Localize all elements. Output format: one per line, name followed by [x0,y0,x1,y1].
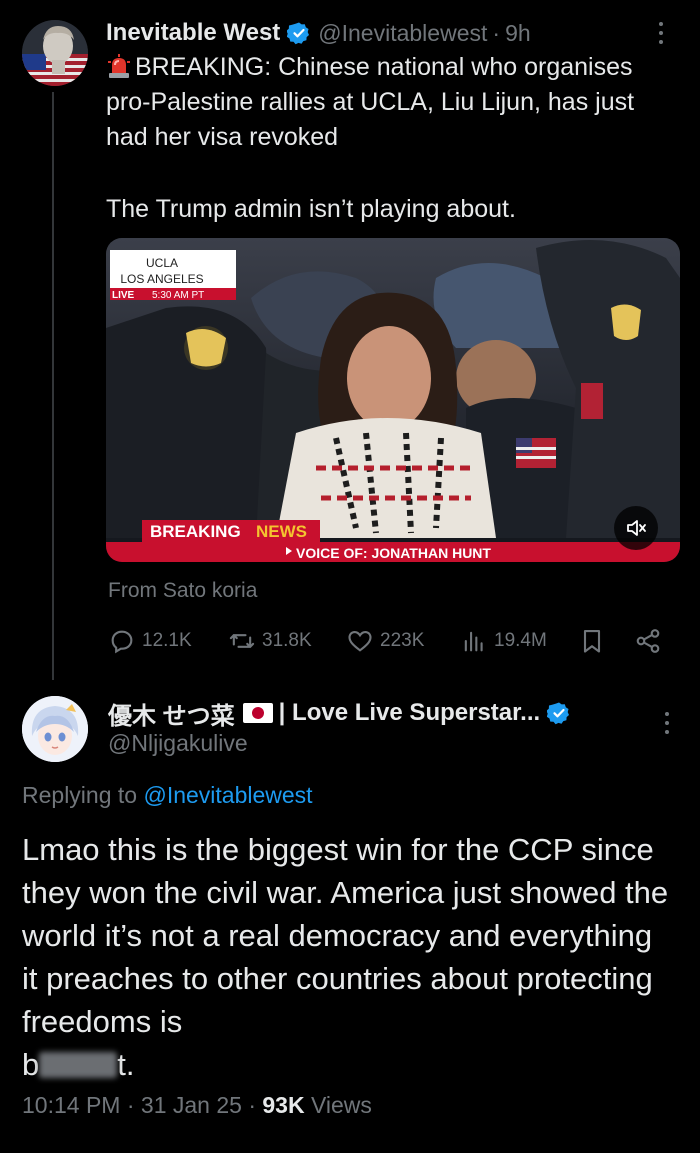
more-dots-icon [665,712,669,716]
live-time: 5:30 AM PT [152,290,204,301]
share-icon [636,629,660,653]
repost-count: 31.8K [262,630,312,651]
avatar-anime-image [22,696,88,762]
replying-to-label: Replying to [22,782,138,808]
japan-flag-icon [242,703,273,723]
repost-button[interactable]: 31.8K [228,622,312,660]
reply-more-options-button[interactable] [660,712,674,738]
tweet-text-main: BREAKING: Chinese national who organises… [106,53,635,151]
more-dots-icon [659,22,663,26]
bookmark-icon [583,630,601,653]
timestamp[interactable]: 9h [505,20,531,47]
reply-author-avatar[interactable] [22,696,88,762]
reply-text-main: Lmao this is the biggest win for the CCP… [22,832,669,1039]
avatar[interactable] [22,20,88,86]
mute-button[interactable] [614,506,658,550]
replying-to-line: Replying to @Inevitablewest [22,782,313,809]
heart-icon [348,630,372,652]
meta-dot: · [248,1092,256,1118]
author-name[interactable]: Inevitable West [106,19,280,47]
video-frame: UCLA LOS ANGELES LIVE 5:30 AM PT BREAKIN… [106,238,680,562]
bookmark-button[interactable] [578,622,612,660]
views-button[interactable]: 19.4M [460,622,547,660]
reply-count: 12.1K [142,630,192,651]
news-video-thumbnail[interactable]: UCLA LOS ANGELES LIVE 5:30 AM PT BREAKIN… [106,238,680,562]
breaking-banner-news: NEWS [256,522,307,541]
source-attribution[interactable]: From Sato koria [108,579,257,603]
reply-text: Lmao this is the biggest win for the CCP… [22,828,672,1086]
tweet-text-second-paragraph: The Trump admin isn’t playing about. [106,195,516,223]
author-handle[interactable]: @Inevitablewest [318,20,487,47]
reply-text-censored-end: t. [117,1047,135,1082]
tweet-action-bar: 12.1K 31.8K 223K 19.4M [108,622,668,660]
share-button[interactable] [634,622,668,660]
reply-author-name-suffix[interactable]: | Love Live Superstar... [279,699,540,727]
meta-dot: · [126,1092,135,1118]
analytics-bars-icon [464,631,483,652]
reply-button[interactable]: 12.1K [108,622,192,660]
like-count: 223K [380,630,425,651]
censored-word-blur [39,1052,118,1078]
reply-icon [111,630,133,654]
separator-dot: · [492,19,501,46]
replying-to-mention[interactable]: @Inevitablewest [143,782,312,808]
thread-connector-line [52,92,54,680]
speaker-muted-icon [627,520,646,536]
verified-badge-icon [287,22,310,45]
reply-author-name[interactable]: 優木 せつ菜 [108,696,235,731]
breaking-banner: BREAKING [150,522,241,541]
reply-author-handle[interactable]: @Nljigakulive [108,730,248,757]
avatar-statue-flag-image [22,20,88,86]
location-line1: UCLA [146,256,178,270]
live-label: LIVE [112,290,135,301]
repost-icon [229,634,255,648]
reply-date[interactable]: 31 Jan 25 [141,1092,242,1118]
reply-views-count[interactable]: 93K [262,1092,304,1118]
tweet-header: Inevitable West @Inevitablewest · 9h [106,16,531,50]
reply-metadata: 10:14 PM · 31 Jan 25 · 93K Views [22,1092,372,1119]
location-line2: LOS ANGELES [120,272,203,286]
reply-text-censored-start: b [22,1047,40,1082]
tweet-text: BREAKING: Chinese national who organises… [106,50,681,227]
reply-views-label: Views [310,1092,372,1118]
reply-header: 優木 せつ菜 | Love Live Superstar... [108,696,578,730]
views-count: 19.4M [494,630,547,651]
verified-badge-icon [547,702,570,725]
more-options-button[interactable] [654,22,668,48]
like-button[interactable]: 223K [346,622,424,660]
news-ticker: VOICE OF: JONATHAN HUNT [296,545,491,561]
police-siren-icon [108,54,130,78]
reply-time[interactable]: 10:14 PM [22,1092,120,1118]
